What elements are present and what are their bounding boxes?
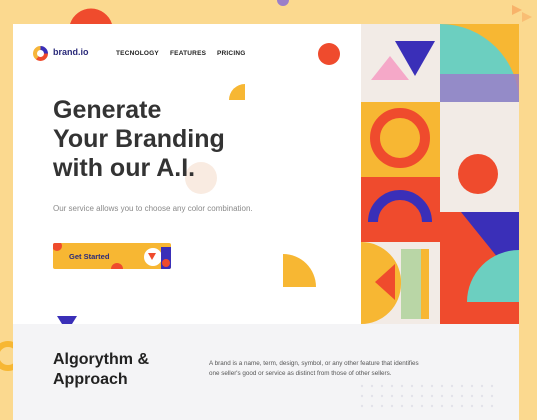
- geometric-mosaic-illustration: [361, 24, 519, 324]
- section-title-line: Algorythm &: [53, 351, 149, 368]
- dot-pattern-decoration: [360, 384, 494, 408]
- algorithm-section: Algorythm & Approach A brand is a name, …: [13, 324, 519, 420]
- section-title-line: Approach: [53, 371, 128, 388]
- hero-title-line: Generate: [53, 96, 162, 124]
- hero-subtitle: Our service allows you to choose any col…: [53, 204, 253, 213]
- section-title: Algorythm & Approach: [53, 350, 149, 390]
- section-description: A brand is a name, term, design, symbol,…: [209, 360, 419, 377]
- get-started-label: Get Started: [69, 252, 110, 261]
- hero-title: Generate Your Branding with our A.I.: [53, 96, 283, 183]
- get-started-button[interactable]: Get Started: [53, 243, 171, 269]
- hero-title-line: Your Branding: [53, 125, 225, 153]
- landing-page-card: brand.io TECNOLOGY FEATURES PRICING Gene…: [13, 24, 519, 420]
- hero-title-line: with our A.I.: [53, 154, 196, 182]
